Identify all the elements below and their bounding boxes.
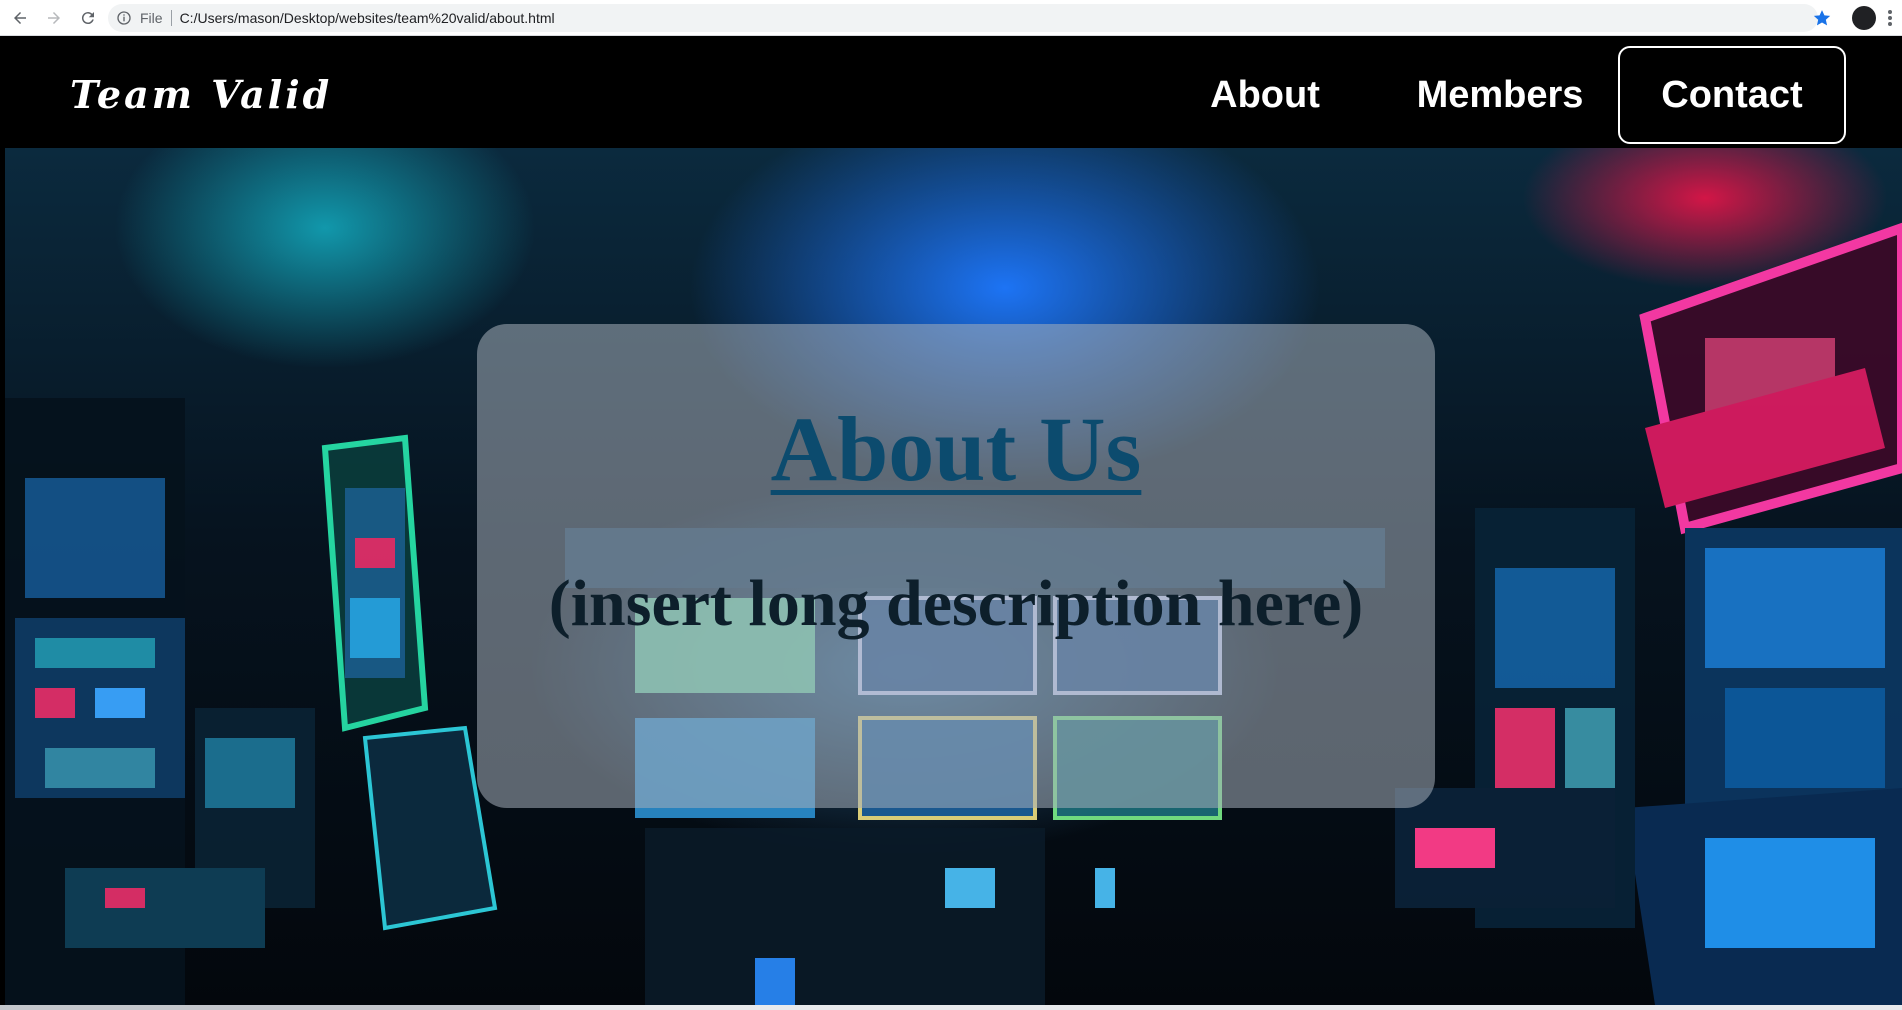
address-bar[interactable]: File C:/Users/mason/Desktop/websites/tea… <box>108 4 1818 32</box>
url-text[interactable]: C:/Users/mason/Desktop/websites/team%20v… <box>180 10 555 26</box>
profile-avatar[interactable] <box>1852 6 1876 30</box>
omnibox-divider <box>170 10 172 26</box>
site-logo[interactable]: Team Valid <box>70 72 332 117</box>
nav-about-link[interactable]: About <box>1190 46 1340 144</box>
menu-icon[interactable] <box>1886 8 1894 28</box>
star-icon[interactable] <box>1812 8 1832 28</box>
scrollbar-thumb[interactable] <box>0 1005 540 1010</box>
about-card: About Us (insert long description here) <box>477 324 1435 808</box>
info-icon[interactable] <box>116 10 132 26</box>
about-title: About Us <box>770 398 1142 500</box>
horizontal-scrollbar[interactable] <box>0 1005 1902 1010</box>
nav-contact-button[interactable]: Contact <box>1618 46 1846 144</box>
reload-icon[interactable] <box>74 4 102 32</box>
back-icon[interactable] <box>6 4 34 32</box>
site-header: Team Valid About Members Contact <box>0 36 1902 148</box>
about-description: (insert long description here) <box>548 567 1364 640</box>
forward-icon[interactable] <box>40 4 68 32</box>
scheme-label: File <box>140 10 163 26</box>
nav-members-link[interactable]: Members <box>1400 46 1600 144</box>
browser-toolbar: File C:/Users/mason/Desktop/websites/tea… <box>0 0 1902 36</box>
hero-section: About Us (insert long description here) <box>5 148 1902 1005</box>
